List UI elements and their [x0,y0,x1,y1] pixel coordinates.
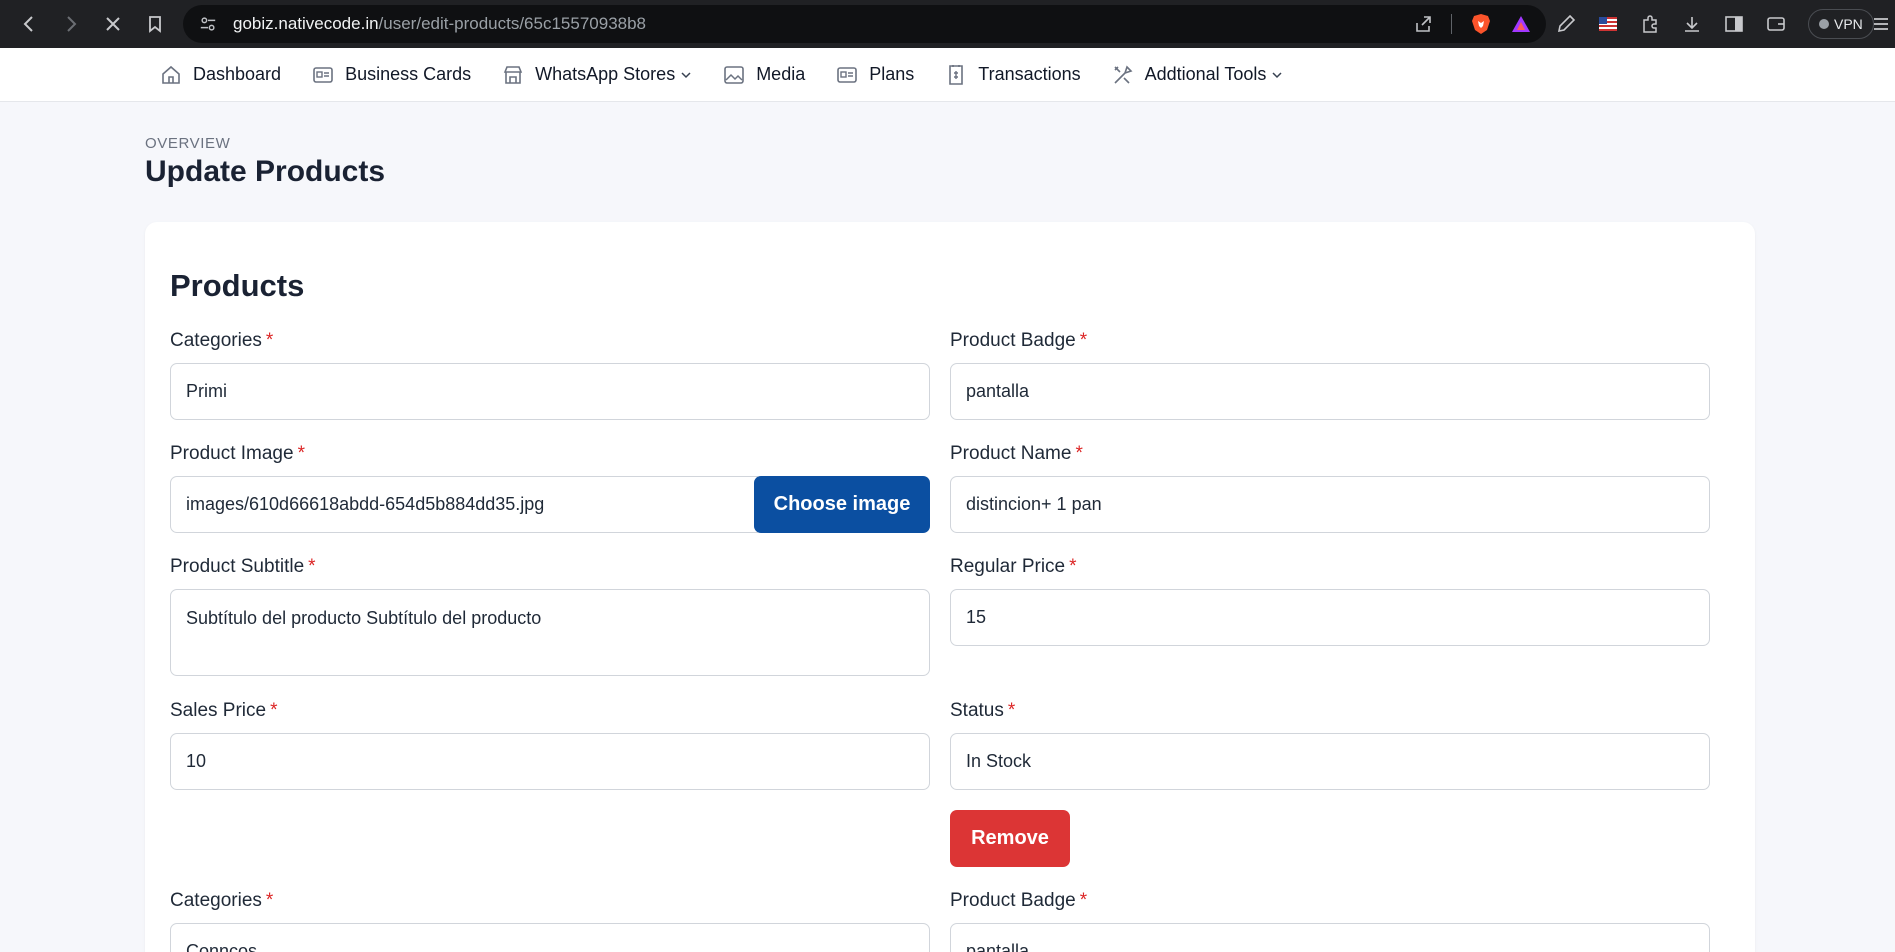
regular-price-field: Regular Price * 15 [950,556,1710,646]
wallet-icon[interactable] [1766,14,1786,34]
status-label: Status * [950,700,1016,721]
nav-item-media[interactable]: Media [723,48,805,102]
color-picker-icon[interactable] [1556,14,1576,34]
product-image-label: Product Image * [170,443,305,464]
product-badge-input[interactable]: pantalla [950,363,1710,420]
product-subtitle-textarea[interactable]: Subtítulo del producto Subtítulo del pro… [170,589,930,676]
home-icon [162,65,180,84]
nav-item-label: Media [756,64,806,84]
product-image-input[interactable]: images/610d66618abdd-654d5b884dd35.jpg [170,476,758,533]
nav-item-transactions[interactable]: Transactions [945,48,1081,102]
url-text: gobiz.nativecode.in/user/edit-products/6… [233,14,646,34]
remove-button[interactable]: Remove [950,810,1070,867]
url-path: /user/edit-products/65c15570938b8 [378,14,647,33]
flag-extension-icon[interactable] [1598,14,1618,34]
chevron-down-icon [681,71,691,78]
store-icon [503,65,523,84]
main-navigation: Dashboard Business Cards WhatsApp Stores… [0,48,1895,102]
bookmark-icon[interactable] [134,0,176,48]
product-badge-label: Product Badge * [950,890,1088,911]
product-badge-input[interactable]: pantalla [950,923,1710,952]
sales-price-input[interactable]: 10 [170,733,930,790]
categories-input[interactable]: Primi [170,363,930,420]
id-card-icon [837,66,858,83]
separator [1451,14,1452,34]
chevron-down-icon [1272,71,1282,78]
vpn-button[interactable]: VPN [1808,9,1874,39]
categories-field: Categories * Conncos [170,890,930,952]
brave-shields-icon[interactable] [1470,13,1492,35]
regular-price-input[interactable]: 15 [950,589,1710,646]
tools-icon [1114,65,1133,84]
nav-item-additional-tools[interactable]: Addtional Tools [1112,48,1284,102]
product-badge-field: Product Badge * pantalla [950,330,1710,420]
vpn-status-icon [1819,19,1829,29]
product-name-label: Product Name * [950,443,1083,464]
vpn-label: VPN [1834,16,1863,32]
product-name-field: Product Name * distincion+ 1 pan [950,443,1710,533]
sidebar-icon[interactable] [1724,14,1744,34]
sales-price-field: Sales Price * 10 [170,700,930,790]
receipt-icon [949,64,964,85]
browser-toolbar: gobiz.nativecode.in/user/edit-products/6… [0,0,1895,48]
categories-label: Categories * [170,330,274,351]
choose-image-button[interactable]: Choose image [754,476,930,533]
categories-field: Categories * Primi [170,330,930,420]
product-badge-label: Product Badge * [950,330,1088,351]
url-host: gobiz.nativecode.in [233,14,379,33]
status-select[interactable]: In Stock [950,733,1710,790]
nav-item-plans[interactable]: Plans [836,48,914,102]
product-name-input[interactable]: distincion+ 1 pan [950,476,1710,533]
product-subtitle-field: Product Subtitle * Subtítulo del producto… [170,556,930,676]
sales-price-label: Sales Price * [170,700,278,721]
forward-icon[interactable] [50,0,92,48]
nav-item-label: Transactions [978,64,1081,84]
image-icon [724,65,744,84]
back-icon[interactable] [8,0,50,48]
site-settings-icon[interactable] [199,15,217,33]
product-subtitle-label: Product Subtitle * [170,556,316,577]
card-title: Products [170,268,305,303]
id-card-icon [313,66,333,83]
brave-rewards-icon[interactable] [1510,13,1532,35]
categories-input[interactable]: Conncos [170,923,930,952]
nav-item-label: WhatsApp Stores [535,64,676,84]
categories-label: Categories * [170,890,274,911]
page-pretitle: OVERVIEW [145,135,231,152]
download-icon[interactable] [1682,14,1702,34]
nav-item-whatsapp-stores[interactable]: WhatsApp Stores [502,48,692,102]
page-title: Update Products [145,155,386,188]
nav-item-label: Business Cards [345,64,472,84]
nav-item-business-cards[interactable]: Business Cards [312,48,471,102]
status-field: Status * In Stock [950,700,1710,790]
nav-item-label: Dashboard [193,64,282,84]
nav-item-dashboard[interactable]: Dashboard [160,48,281,102]
product-image-field: Product Image * images/610d66618abdd-654d… [170,443,930,533]
menu-icon[interactable] [1871,14,1891,34]
extensions-icon[interactable] [1640,14,1660,34]
nav-item-label: Plans [869,64,915,84]
nav-item-label: Addtional Tools [1144,64,1267,84]
address-bar[interactable]: gobiz.nativecode.in/user/edit-products/6… [183,5,1546,43]
regular-price-label: Regular Price * [950,556,1077,577]
stop-loading-icon[interactable] [92,0,134,48]
share-icon[interactable] [1413,14,1433,34]
product-badge-field: Product Badge * pantalla [950,890,1710,952]
